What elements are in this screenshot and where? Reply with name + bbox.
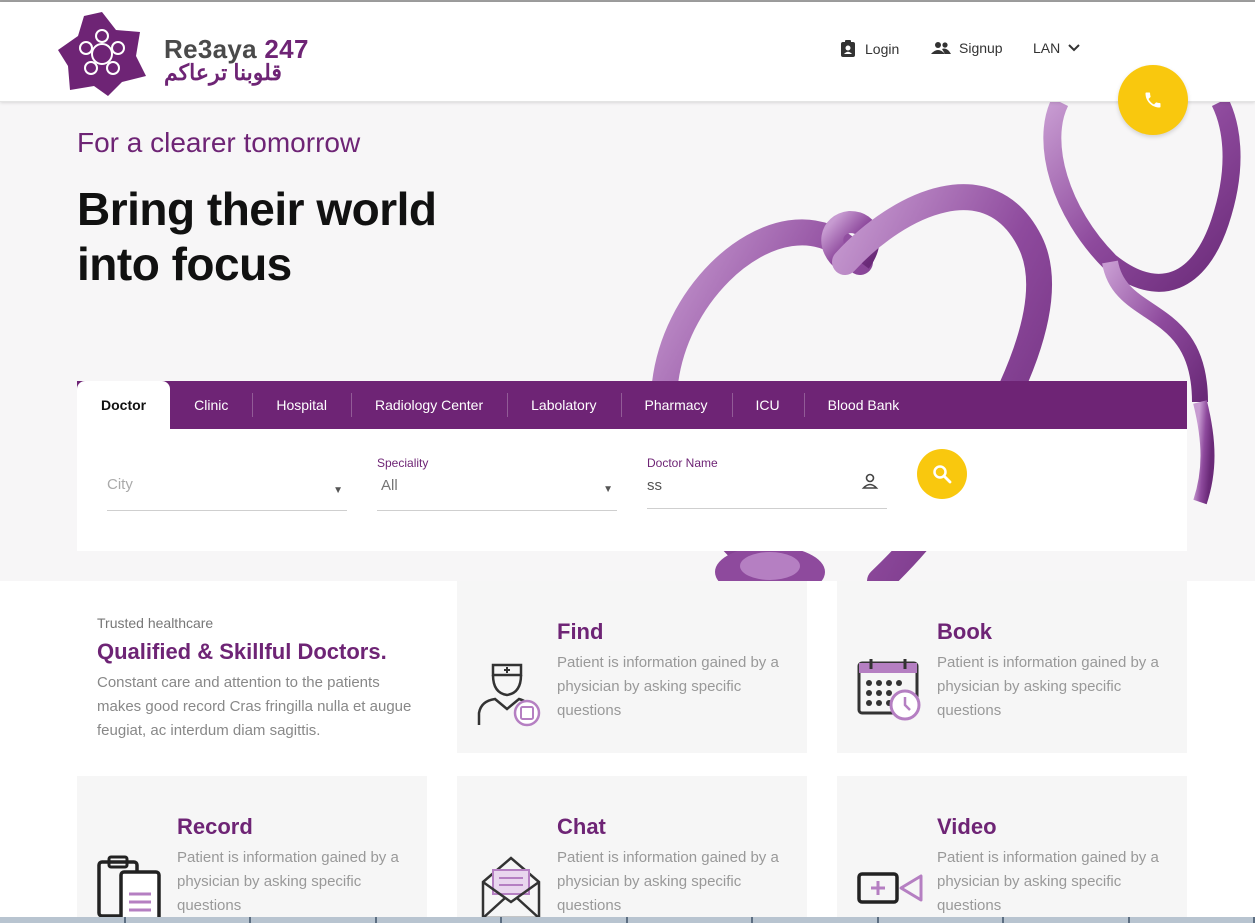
- feature-card-find[interactable]: Find Patient is information gained by a …: [457, 581, 807, 753]
- doctor-name-value: ss: [647, 477, 662, 494]
- tab-pharmacy[interactable]: Pharmacy: [620, 381, 732, 429]
- tab-blood-bank[interactable]: Blood Bank: [803, 381, 924, 429]
- card-description: Patient is information gained by a physi…: [557, 654, 779, 719]
- taskbar-segment: [126, 917, 251, 923]
- clipboard-icon: [97, 855, 161, 922]
- speciality-label: Speciality: [377, 456, 429, 470]
- search-button[interactable]: [917, 449, 967, 499]
- taskbar-segment: [0, 917, 126, 923]
- chevron-down-icon: [1068, 44, 1080, 52]
- taskbar-segment: [377, 917, 502, 923]
- calendar-icon: [857, 659, 921, 721]
- tab-hospital[interactable]: Hospital: [252, 381, 351, 429]
- site-header: Re3aya 247 قلوبنا ترعاكم Login Signup LA…: [0, 2, 1255, 102]
- city-select[interactable]: City ▼: [107, 459, 347, 511]
- tab-radiology-center[interactable]: Radiology Center: [350, 381, 507, 429]
- city-placeholder: City: [107, 476, 133, 493]
- person-outline-icon: [861, 473, 879, 489]
- city-underline: [107, 510, 347, 511]
- speciality-value: All: [381, 477, 398, 494]
- card-title: Book: [937, 619, 992, 644]
- doctor-icon: [477, 663, 541, 727]
- people-icon: [931, 42, 951, 54]
- feature-card-video[interactable]: Video Patient is information gained by a…: [837, 776, 1187, 923]
- taskbar-segment: [1004, 917, 1130, 923]
- search-icon: [933, 465, 952, 484]
- taskbar-segment: [1130, 917, 1255, 923]
- card-description: Patient is information gained by a physi…: [937, 654, 1159, 719]
- doctor-name-label: Doctor Name: [647, 456, 718, 470]
- taskbar-segment: [753, 917, 879, 923]
- speciality-select[interactable]: Speciality All ▼: [377, 456, 617, 511]
- tab-clinic[interactable]: Clinic: [170, 381, 252, 429]
- card-description: Patient is information gained by a physi…: [177, 849, 399, 914]
- envelope-icon: [481, 856, 541, 920]
- taskbar-segment: [628, 917, 753, 923]
- brand-tagline: قلوبنا ترعاكم: [164, 60, 282, 85]
- phone-icon: [1145, 92, 1161, 108]
- login-link[interactable]: Login: [839, 40, 899, 58]
- search-tabs: Doctor Clinic Hospital Radiology Center …: [77, 381, 1187, 429]
- city-label: [107, 459, 347, 474]
- hero-title-line-2: into focus: [77, 238, 292, 290]
- dropdown-arrow-icon: ▼: [333, 485, 343, 496]
- contact-card-icon: [841, 40, 855, 57]
- card-title: Find: [557, 619, 604, 644]
- features-description: Constant care and attention to the patie…: [97, 674, 412, 739]
- search-form: City ▼ Speciality All ▼ Doctor Name ss: [77, 429, 1187, 551]
- taskbar-segment: [251, 917, 377, 923]
- doctor-name-underline: [647, 508, 887, 509]
- doctor-name-input[interactable]: Doctor Name ss: [647, 456, 887, 509]
- taskbar-segment: [879, 917, 1004, 923]
- card-title: Record: [177, 814, 253, 839]
- features-heading: Qualified & Skillful Doctors.: [97, 639, 387, 664]
- hero-subtitle: For a clearer tomorrow: [77, 127, 361, 158]
- tab-labolatory[interactable]: Labolatory: [507, 381, 620, 429]
- card-description: Patient is information gained by a physi…: [557, 849, 779, 914]
- tab-doctor[interactable]: Doctor: [77, 381, 171, 429]
- signup-label: Signup: [959, 40, 1003, 56]
- features-intro: Trusted healthcare Qualified & Skillful …: [77, 581, 427, 753]
- feature-card-chat[interactable]: Chat Patient is information gained by a …: [457, 776, 807, 923]
- logo-star-icon: [58, 12, 146, 96]
- os-taskbar-strip: [0, 917, 1255, 923]
- signup-link[interactable]: Signup: [931, 40, 1003, 56]
- feature-card-record[interactable]: Record Patient is information gained by …: [77, 776, 427, 923]
- card-description: Patient is information gained by a physi…: [937, 849, 1159, 914]
- hero-title-line-1: Bring their world: [77, 183, 437, 235]
- speciality-underline: [377, 510, 617, 511]
- call-button[interactable]: [1118, 65, 1188, 135]
- card-title: Chat: [557, 814, 606, 839]
- feature-card-book[interactable]: Book Patient is information gained by a …: [837, 581, 1187, 753]
- video-icon: [857, 872, 923, 904]
- language-dropdown[interactable]: LAN: [1033, 40, 1080, 56]
- card-title: Video: [937, 814, 997, 839]
- features-eyebrow: Trusted healthcare: [97, 615, 214, 631]
- login-label: Login: [865, 41, 900, 57]
- dropdown-arrow-icon: ▼: [603, 484, 613, 495]
- language-label: LAN: [1033, 40, 1061, 56]
- taskbar-segment: [502, 917, 628, 923]
- hero-title: Bring their world into focus: [77, 182, 497, 292]
- tab-icu[interactable]: ICU: [731, 381, 804, 429]
- brand-logo[interactable]: Re3aya 247 قلوبنا ترعاكم: [56, 10, 316, 98]
